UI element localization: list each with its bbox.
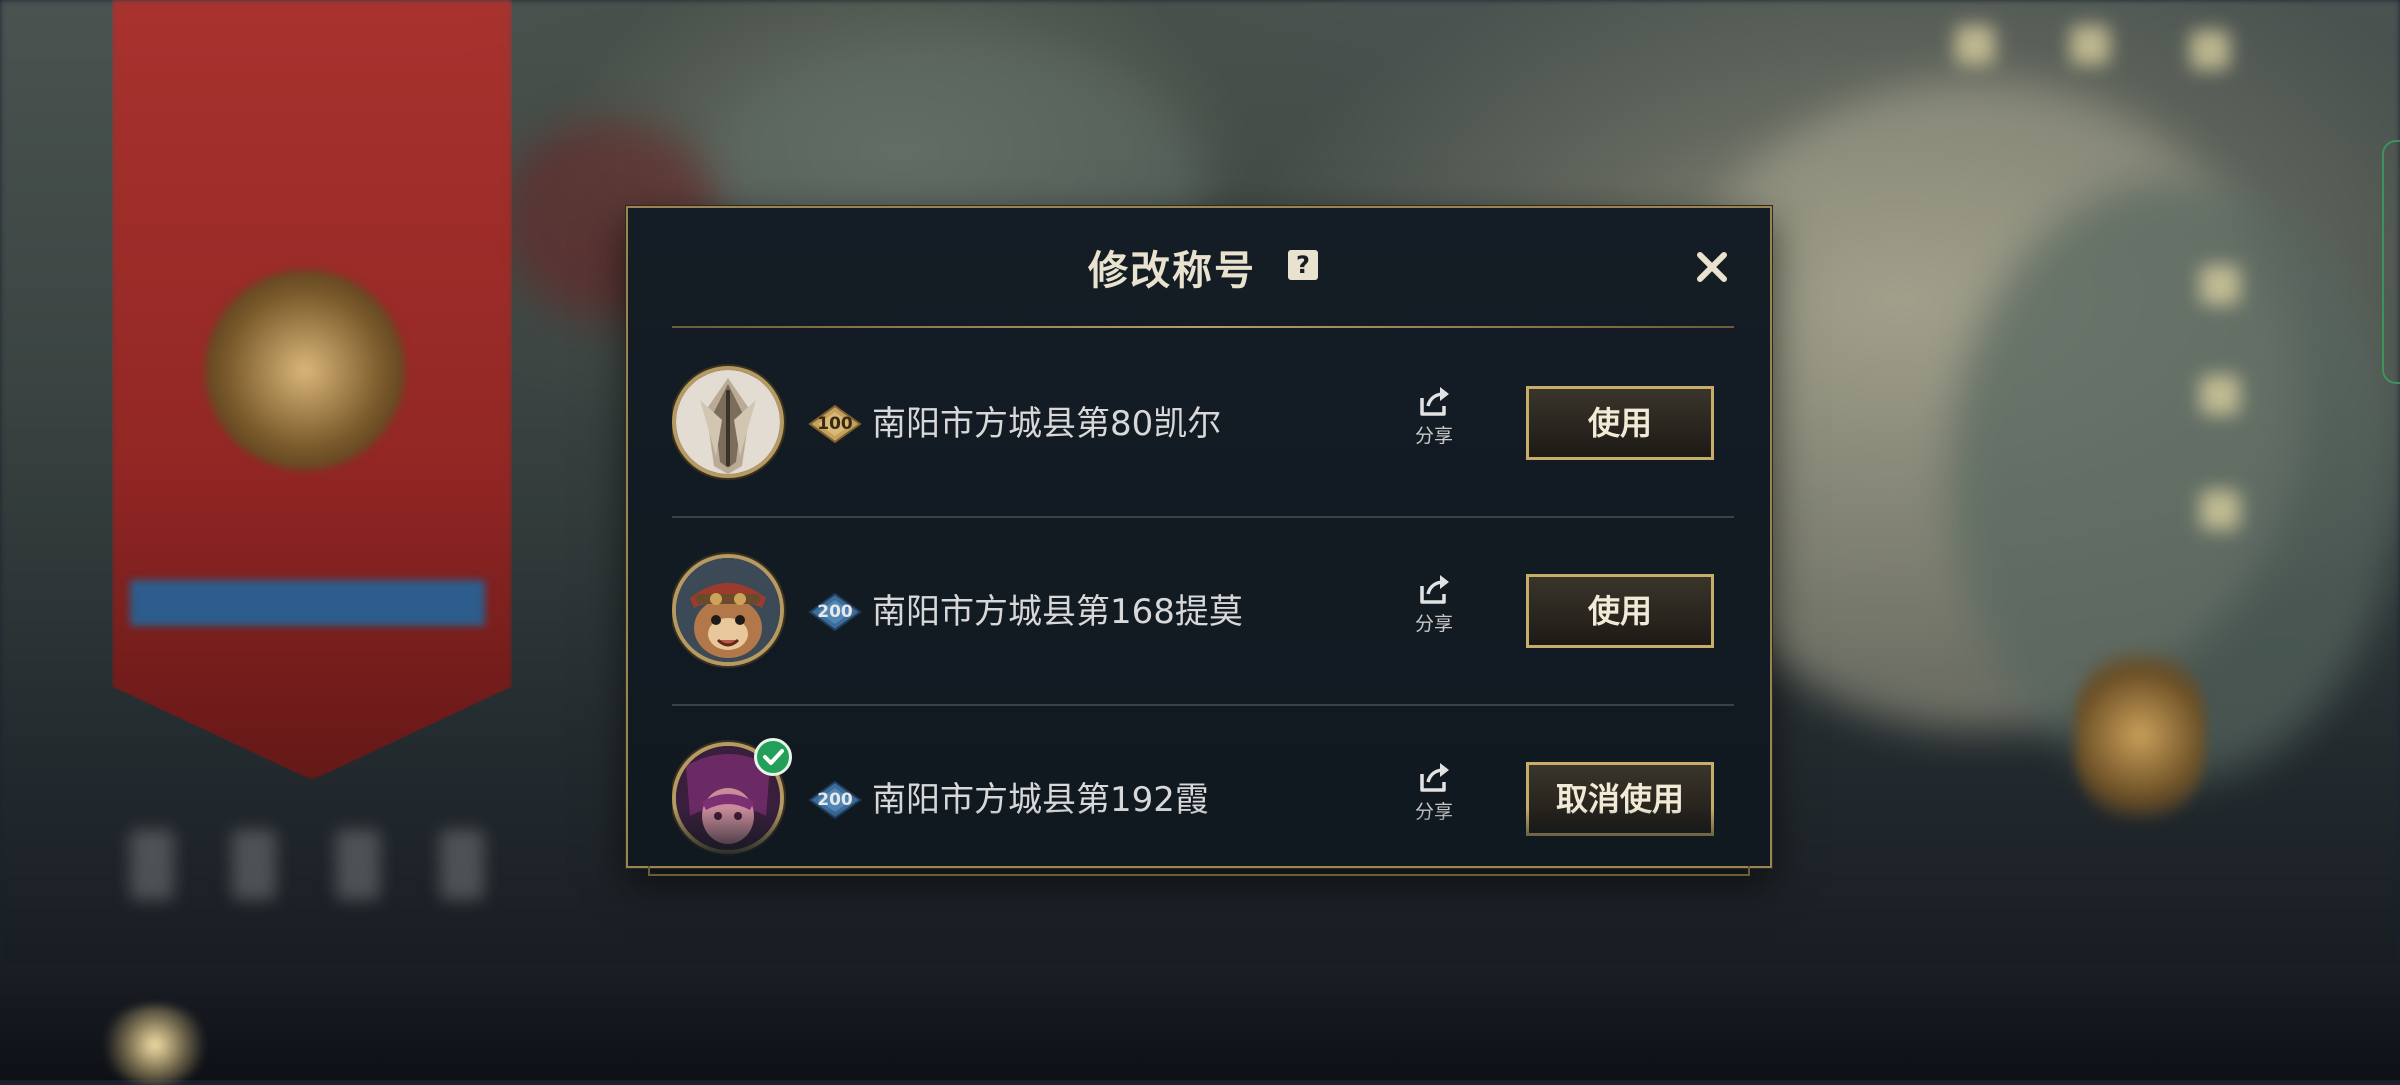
level-badge: 200 (808, 592, 862, 632)
selected-check-icon (754, 738, 792, 776)
bg-lamp (1955, 25, 1995, 65)
profile-banner-bar (130, 580, 485, 626)
level-value: 100 (817, 414, 853, 434)
bg-lamp (2200, 375, 2240, 415)
share-label: 分享 (1414, 425, 1453, 447)
change-title-dialog: 修改称号 ? 100 南阳市方城县第80凯尔 分享 使用 200 南阳市方城县第… (626, 206, 1772, 876)
bg-lamp (2200, 265, 2240, 305)
title-name: 南阳市方城县第192霞 (872, 780, 1209, 820)
share-label: 分享 (1414, 613, 1453, 635)
bg-lamp (2200, 490, 2240, 530)
profile-emblem (205, 270, 405, 470)
title-name: 南阳市方城县第80凯尔 (872, 404, 1222, 444)
bg-icon (336, 830, 380, 900)
level-value: 200 (817, 602, 853, 622)
share-button[interactable]: 分享 (1404, 572, 1464, 652)
bottom-nav-bar (0, 965, 2400, 1080)
title-name: 南阳市方城县第168提莫 (872, 592, 1243, 632)
title-list[interactable]: 100 南阳市方城县第80凯尔 分享 使用 200 南阳市方城县第168提莫 分… (672, 328, 1734, 858)
title-row: 200 南阳市方城县第168提莫 分享 使用 (672, 516, 1734, 706)
share-button[interactable]: 分享 (1404, 760, 1464, 840)
share-label: 分享 (1414, 801, 1453, 823)
bg-icon (130, 830, 174, 900)
use-title-button[interactable]: 使用 (1526, 386, 1714, 460)
bg-icon (440, 830, 484, 900)
help-icon[interactable]: ? (1288, 250, 1318, 280)
teemo-avatar-icon (672, 554, 784, 666)
bg-lamp (2070, 25, 2110, 65)
level-badge: 100 (808, 404, 862, 444)
dialog-title: 修改称号 (1088, 248, 1256, 294)
bottom-nav-active-glow (100, 1005, 210, 1085)
title-row: 200 南阳市方城县第192霞 分享 取消使用 (672, 704, 1734, 858)
share-button[interactable]: 分享 (1404, 384, 1464, 464)
close-icon[interactable] (1688, 243, 1736, 291)
bg-icon (232, 830, 276, 900)
level-value: 200 (817, 790, 853, 810)
level-badge: 200 (808, 780, 862, 820)
kayle-avatar-icon (672, 366, 784, 478)
dialog-header: 修改称号 ? (628, 208, 1770, 328)
rank-badge (2075, 650, 2205, 820)
share-icon (1416, 572, 1452, 608)
use-title-button[interactable]: 使用 (1526, 574, 1714, 648)
share-icon (1416, 760, 1452, 796)
bg-lamp (2190, 30, 2230, 70)
side-drawer-handle[interactable] (2382, 140, 2400, 384)
title-row: 100 南阳市方城县第80凯尔 分享 使用 (672, 328, 1734, 518)
share-icon (1416, 384, 1452, 420)
cancel-title-button[interactable]: 取消使用 (1526, 762, 1714, 836)
